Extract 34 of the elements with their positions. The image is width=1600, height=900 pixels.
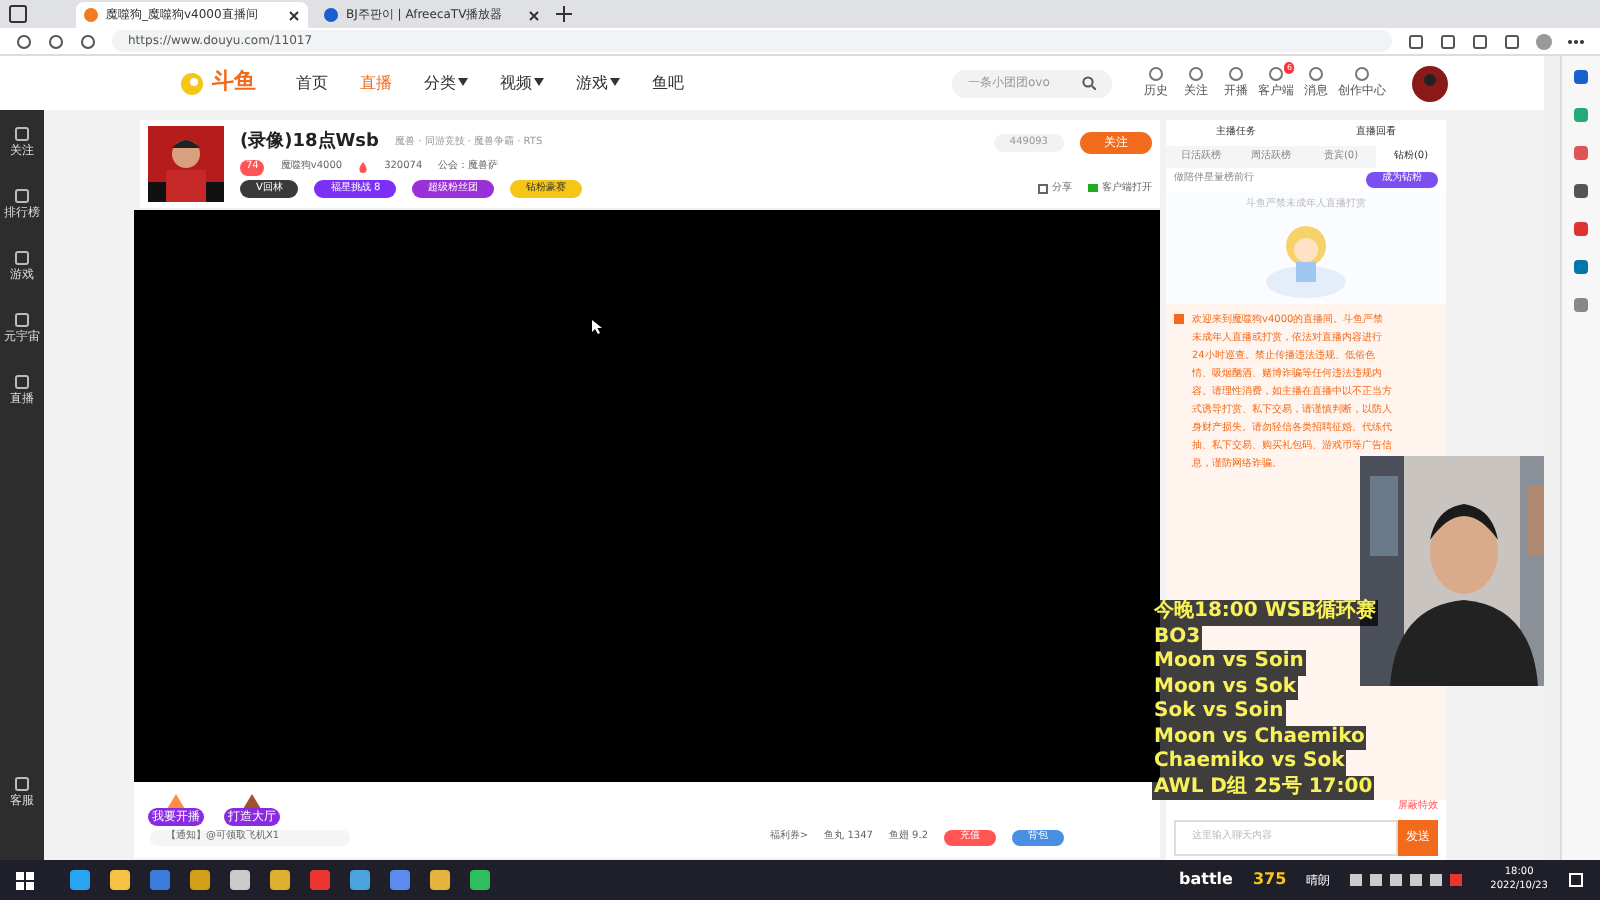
tab-favicon-icon	[324, 8, 338, 22]
header-icon	[1268, 66, 1284, 82]
flame-icon	[358, 162, 369, 174]
speaker-icon	[1174, 314, 1184, 324]
monitor-icon	[1088, 184, 1098, 194]
header-icon	[1148, 66, 1164, 82]
nav-link[interactable]: 分类	[424, 71, 468, 95]
rail-icon	[14, 126, 30, 142]
overlay-count: 375	[1252, 868, 1287, 892]
rail-icon	[14, 188, 30, 204]
new-tab-icon[interactable]	[556, 6, 572, 22]
avatar-icon[interactable]	[1412, 65, 1448, 101]
close-icon[interactable]	[528, 9, 540, 21]
rail-icon	[14, 374, 30, 390]
tab-favicon-icon	[84, 8, 98, 22]
nav-link[interactable]: 鱼吧	[652, 71, 684, 95]
profile-icon[interactable]	[1536, 33, 1552, 49]
room-title: (录像)18点Wsb	[240, 129, 379, 156]
rail-icon	[14, 312, 30, 328]
header-icon	[1354, 66, 1370, 82]
header-icon	[1228, 66, 1244, 82]
close-icon[interactable]	[288, 9, 300, 21]
cursor-icon	[592, 320, 602, 334]
start-icon[interactable]	[16, 871, 34, 889]
overlay-text: battle	[1179, 868, 1233, 892]
rail-icon	[14, 776, 30, 792]
header-icon	[1308, 66, 1324, 82]
fish-mascot-icon	[180, 71, 204, 95]
header-icon	[1188, 66, 1204, 82]
rail-icon	[14, 250, 30, 266]
nav-link[interactable]: 游戏	[576, 71, 620, 95]
tab-actions-icon[interactable]	[8, 4, 28, 24]
nav-link[interactable]: 首页	[296, 71, 328, 95]
nav-link[interactable]: 视频	[500, 71, 544, 95]
